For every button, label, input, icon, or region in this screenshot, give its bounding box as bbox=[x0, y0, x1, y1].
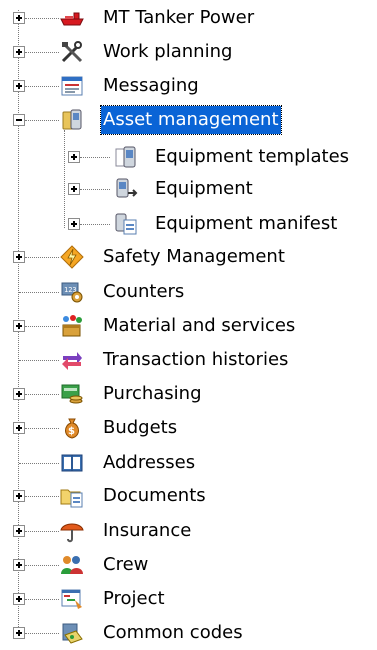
expand-toggle[interactable] bbox=[13, 388, 25, 400]
tree-node-equipment[interactable]: Equipment bbox=[0, 172, 377, 206]
tree-node-label: Messaging bbox=[103, 75, 199, 96]
tree-node-asset-management[interactable]: Asset management bbox=[0, 103, 377, 137]
tree-dots bbox=[19, 292, 59, 293]
tree-node-work-planning[interactable]: Work planning bbox=[0, 35, 377, 69]
document-folder-icon bbox=[60, 484, 84, 508]
tree-dots bbox=[25, 428, 59, 429]
tree-dots bbox=[25, 394, 59, 395]
tree-dots bbox=[80, 189, 110, 190]
tree-dots bbox=[19, 360, 59, 361]
tree-node-label: Equipment templates bbox=[155, 146, 350, 167]
lightning-safety-icon bbox=[60, 245, 84, 269]
navigation-tree: MT Tanker Power Work planning Messaging … bbox=[0, 0, 377, 648]
tree-node-messaging[interactable]: Messaging bbox=[0, 69, 377, 103]
purchasing-icon bbox=[60, 382, 84, 406]
tree-node-material-and-services[interactable]: Material and services bbox=[0, 309, 377, 343]
asset-device-icon bbox=[60, 108, 84, 132]
tree-node-label: Budgets bbox=[103, 417, 178, 438]
tree-node-insurance[interactable]: Insurance bbox=[0, 514, 377, 548]
tree-dots bbox=[25, 18, 59, 19]
address-book-icon bbox=[60, 451, 84, 475]
tree-dots bbox=[80, 157, 110, 158]
tree-node-label: Equipment bbox=[155, 178, 253, 199]
tree-dots bbox=[25, 326, 59, 327]
expand-toggle[interactable] bbox=[13, 593, 25, 605]
expand-toggle[interactable] bbox=[68, 183, 80, 195]
tree-node-mt-tanker-power[interactable]: MT Tanker Power bbox=[0, 1, 377, 35]
tree-dots bbox=[25, 120, 59, 121]
tree-node-label: Common codes bbox=[103, 622, 243, 643]
tree-node-addresses[interactable]: Addresses bbox=[0, 446, 377, 480]
tree-node-transaction-histories[interactable]: Transaction histories bbox=[0, 343, 377, 377]
expand-toggle[interactable] bbox=[68, 218, 80, 230]
tree-dots bbox=[25, 633, 59, 634]
expand-toggle[interactable] bbox=[13, 627, 25, 639]
tree-node-label: Work planning bbox=[103, 41, 233, 62]
tree-dots bbox=[19, 463, 59, 464]
tree-dots bbox=[25, 565, 59, 566]
tree-node-documents[interactable]: Documents bbox=[0, 479, 377, 513]
tree-node-label: Equipment manifest bbox=[155, 213, 338, 234]
equipment-icon bbox=[114, 177, 138, 201]
common-codes-icon bbox=[60, 621, 84, 645]
equipment-template-icon bbox=[114, 145, 138, 169]
expand-toggle[interactable] bbox=[68, 151, 80, 163]
tree-dots bbox=[25, 531, 59, 532]
tree-node-label: Addresses bbox=[103, 452, 196, 473]
tree-dots bbox=[25, 496, 59, 497]
project-icon bbox=[60, 587, 84, 611]
tree-dots bbox=[25, 52, 59, 53]
tree-node-label: Documents bbox=[103, 485, 206, 506]
tree-node-purchasing[interactable]: Purchasing bbox=[0, 377, 377, 411]
tree-node-safety-management[interactable]: Safety Management bbox=[0, 240, 377, 274]
tree-node-crew[interactable]: Crew bbox=[0, 548, 377, 582]
svg-text:$: $ bbox=[68, 426, 75, 437]
collapse-toggle[interactable] bbox=[13, 114, 25, 126]
tree-node-label: Crew bbox=[103, 554, 149, 575]
expand-toggle[interactable] bbox=[13, 251, 25, 263]
tree-node-counters[interactable]: 123 Counters bbox=[0, 275, 377, 309]
crew-people-icon bbox=[60, 553, 84, 577]
expand-toggle[interactable] bbox=[13, 490, 25, 502]
expand-toggle[interactable] bbox=[13, 12, 25, 24]
expand-toggle[interactable] bbox=[13, 525, 25, 537]
tree-node-label: Asset management bbox=[100, 105, 282, 135]
transaction-arrows-icon bbox=[60, 348, 84, 372]
tools-icon bbox=[60, 40, 84, 64]
tree-node-label: Transaction histories bbox=[103, 349, 289, 370]
tree-dots bbox=[25, 86, 59, 87]
tanker-ship-icon bbox=[60, 6, 84, 30]
umbrella-icon bbox=[60, 519, 84, 543]
tree-node-common-codes[interactable]: Common codes bbox=[0, 616, 377, 650]
materials-icon bbox=[60, 314, 84, 338]
tree-dots bbox=[80, 224, 110, 225]
tree-node-equipment-templates[interactable]: Equipment templates bbox=[0, 140, 377, 174]
expand-toggle[interactable] bbox=[13, 422, 25, 434]
tree-node-budgets[interactable]: $ Budgets bbox=[0, 411, 377, 445]
tree-node-label: Safety Management bbox=[103, 246, 285, 267]
tree-node-project[interactable]: Project bbox=[0, 582, 377, 616]
expand-toggle[interactable] bbox=[13, 320, 25, 332]
tree-node-label: Insurance bbox=[103, 520, 192, 541]
expand-toggle[interactable] bbox=[13, 559, 25, 571]
message-form-icon bbox=[60, 74, 84, 98]
tree-dots bbox=[25, 599, 59, 600]
expand-toggle[interactable] bbox=[13, 80, 25, 92]
tree-node-label: Material and services bbox=[103, 315, 296, 336]
tree-node-label: MT Tanker Power bbox=[103, 7, 255, 28]
tree-node-equipment-manifest[interactable]: Equipment manifest bbox=[0, 207, 377, 241]
counter-gear-icon: 123 bbox=[60, 280, 84, 304]
tree-node-label: Counters bbox=[103, 281, 185, 302]
tree-dots bbox=[25, 257, 59, 258]
money-bag-icon: $ bbox=[60, 416, 84, 440]
tree-node-label: Purchasing bbox=[103, 383, 202, 404]
equipment-manifest-icon bbox=[114, 212, 138, 236]
expand-toggle[interactable] bbox=[13, 46, 25, 58]
tree-node-label: Project bbox=[103, 588, 165, 609]
